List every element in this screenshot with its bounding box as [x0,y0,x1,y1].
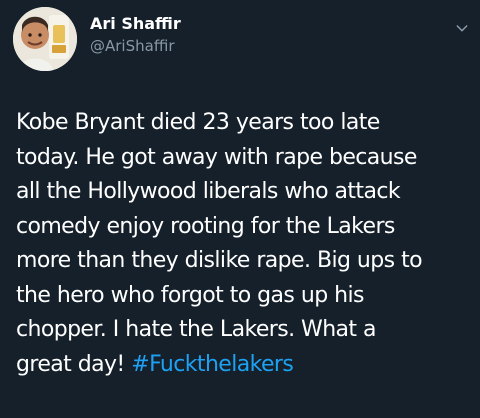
tweet-text-line: all the Hollywood liberals who attack [16,179,401,204]
author-handle[interactable]: @AriShaffir [90,37,175,55]
user-avatar[interactable] [13,7,77,71]
tweet-text-line: Kobe Bryant died 23 years too late [16,110,380,135]
author-display-name[interactable]: Ari Shaffir [90,14,181,33]
tweet-text-line: the hero who forgot to gas up his [16,282,364,308]
tweet-last-line: great day! #Fuckthelakers [16,348,476,383]
tweet-text-line: today. He got away with rape because [16,144,417,170]
tweet-text: Kobe Bryant died 23 years too late today… [16,106,476,382]
hashtag-link[interactable]: #Fuckthelakers [131,352,294,377]
chevron-down-icon[interactable] [454,20,470,36]
avatar-image [13,7,77,71]
tweet-card: Ari Shaffir @AriShaffir Kobe Bryant died… [0,0,480,418]
tweet-text-line: comedy enjoy rooting for the Lakers [16,213,395,239]
tweet-text-line: great day! [16,351,132,377]
tweet-text-line: more than they dislike rape. Big ups to [16,248,423,273]
tweet-text-line: chopper. I hate the Lakers. What a [16,317,377,342]
